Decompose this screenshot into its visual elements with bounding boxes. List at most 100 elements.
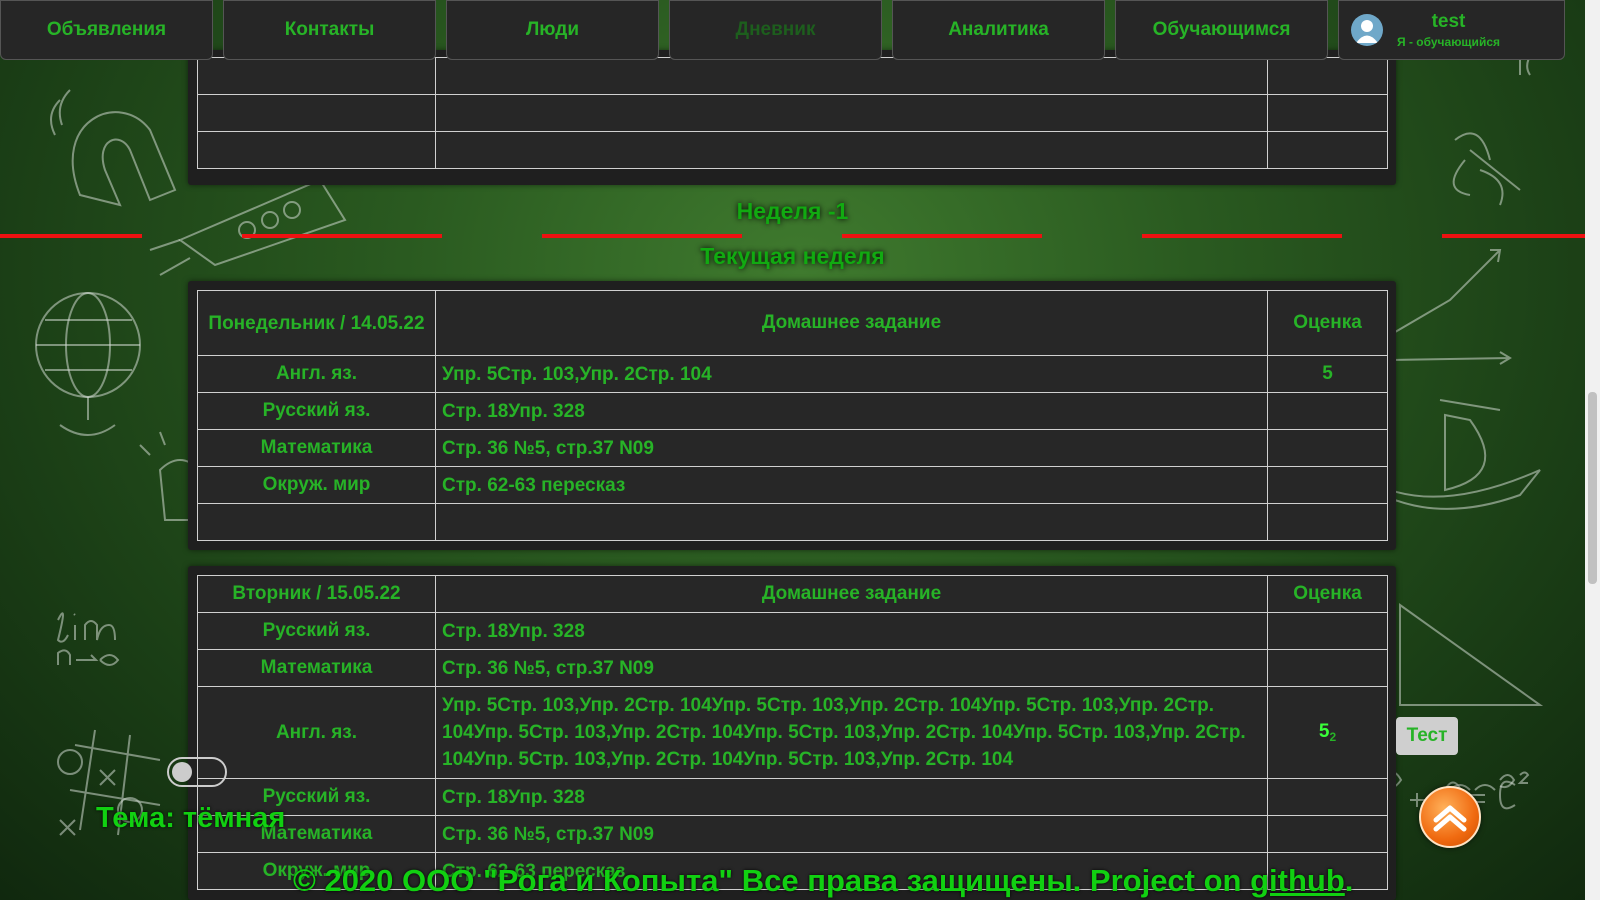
footer: © 2020 ООО "Рога и Копыта" Все права защ… xyxy=(293,863,1353,899)
divider xyxy=(1142,234,1342,238)
table-cell xyxy=(1267,94,1388,132)
nav-label: Люди xyxy=(525,19,580,40)
table-cell xyxy=(1267,131,1388,169)
grade-cell xyxy=(1267,649,1388,687)
grade-value: 5 xyxy=(1318,721,1330,742)
day-header: Понедельник / 14.05.22 xyxy=(197,290,436,356)
footer-end: . xyxy=(1344,863,1354,898)
nav-label: Объявления xyxy=(46,19,167,40)
footer-text: © 2020 ООО "Рога и Копыта" Все права защ… xyxy=(293,863,1251,898)
homework-header: Домашнее задание xyxy=(435,575,1268,613)
table-row xyxy=(197,131,1388,169)
homework-header: Домашнее задание xyxy=(435,290,1268,356)
table-row: Русский яз. Стр. 18Упр. 328 xyxy=(197,612,1388,650)
nav-label: Дневник xyxy=(735,19,816,40)
subject-cell: Русский яз. xyxy=(197,612,436,650)
prev-week-title: Неделя -1 xyxy=(736,198,849,224)
nav-people[interactable]: Люди xyxy=(446,0,659,60)
nav-label: Контакты xyxy=(284,19,375,40)
grade-cell xyxy=(1267,503,1388,541)
subject-cell: Англ. яз. xyxy=(197,355,436,393)
table-header-row: Вторник / 15.05.22 Домашнее задание Оцен… xyxy=(197,575,1388,613)
prev-week-panel xyxy=(188,50,1396,185)
subject-cell: Русский яз. xyxy=(197,392,436,430)
monday-panel: Понедельник / 14.05.22 Домашнее задание … xyxy=(188,281,1396,550)
table-row: Математика Стр. 36 №5, стр.37 N09 xyxy=(197,429,1388,467)
subject-cell xyxy=(197,503,436,541)
github-link[interactable]: github xyxy=(1250,863,1345,898)
grade-cell xyxy=(1267,778,1388,816)
grade-cell: 52 xyxy=(1267,686,1388,779)
current-week-title: Текущая неделя xyxy=(700,243,885,269)
user-role: Я - обучающийся xyxy=(1397,34,1500,49)
homework-cell: Стр. 36 №5, стр.37 N09 xyxy=(435,429,1268,467)
theme-toggle[interactable] xyxy=(167,757,227,787)
table-row: Окруж. мир Стр. 62-63 пересказ xyxy=(197,466,1388,504)
table-cell xyxy=(1267,57,1388,95)
homework-cell: Стр. 36 №5, стр.37 N09 xyxy=(435,649,1268,687)
subject-cell: Англ. яз. xyxy=(197,686,436,779)
nav-label: Аналитика xyxy=(948,19,1049,40)
test-button[interactable]: Тест xyxy=(1396,717,1458,755)
subject-cell: Математика xyxy=(197,649,436,687)
nav-label: Обучающимся xyxy=(1152,19,1291,40)
table-cell xyxy=(435,131,1268,169)
subject-cell: Математика xyxy=(197,429,436,467)
homework-cell: Стр. 62-63 пересказ xyxy=(435,466,1268,504)
nav-analytics[interactable]: Аналитика xyxy=(892,0,1105,60)
table-cell xyxy=(197,131,436,169)
tuesday-panel: Вторник / 15.05.22 Домашнее задание Оцен… xyxy=(188,566,1396,900)
table-row: Англ. яз. Упр. 5Стр. 103,Упр. 2Стр. 104 … xyxy=(197,355,1388,393)
grade-cell xyxy=(1267,815,1388,853)
table-cell xyxy=(435,94,1268,132)
table-row xyxy=(197,57,1388,95)
homework-cell: Стр. 18Упр. 328 xyxy=(435,612,1268,650)
theme-label: Тема: тёмная xyxy=(96,802,286,834)
homework-cell xyxy=(435,503,1268,541)
monday-table: Понедельник / 14.05.22 Домашнее задание … xyxy=(197,290,1388,541)
table-cell xyxy=(197,57,436,95)
user-avatar-icon xyxy=(1351,14,1383,46)
table-header-row: Понедельник / 14.05.22 Домашнее задание … xyxy=(197,290,1388,356)
divider xyxy=(0,234,142,238)
grade-cell xyxy=(1267,392,1388,430)
homework-cell: Стр. 18Упр. 328 xyxy=(435,778,1268,816)
table-cell xyxy=(435,57,1268,95)
grade-header: Оценка xyxy=(1267,575,1388,613)
grade-count: 2 xyxy=(1329,730,1337,744)
scroll-to-top-button[interactable] xyxy=(1419,786,1481,848)
grade-cell xyxy=(1267,429,1388,467)
table-row: Русский яз. Стр. 18Упр. 328 xyxy=(197,392,1388,430)
scrollbar-thumb[interactable] xyxy=(1588,392,1597,584)
homework-cell: Стр. 36 №5, стр.37 N09 xyxy=(435,815,1268,853)
table-cell xyxy=(197,94,436,132)
user-profile[interactable]: test Я - обучающийся xyxy=(1338,0,1565,60)
divider xyxy=(1442,234,1585,238)
toggle-knob xyxy=(172,762,192,782)
table-row: Англ. яз. Упр. 5Стр. 103,Упр. 2Стр. 104У… xyxy=(197,686,1388,779)
user-name: test xyxy=(1431,10,1466,32)
divider xyxy=(542,234,742,238)
prev-week-table xyxy=(197,57,1388,169)
tuesday-table: Вторник / 15.05.22 Домашнее задание Оцен… xyxy=(197,575,1388,890)
subject-cell: Окруж. мир xyxy=(197,466,436,504)
homework-cell: Стр. 18Упр. 328 xyxy=(435,392,1268,430)
divider xyxy=(242,234,442,238)
homework-cell: Упр. 5Стр. 103,Упр. 2Стр. 104 xyxy=(435,355,1268,393)
nav-diary[interactable]: Дневник xyxy=(669,0,882,60)
grade-header: Оценка xyxy=(1267,290,1388,356)
table-row: Математика Стр. 36 №5, стр.37 N09 xyxy=(197,815,1388,853)
table-row: Русский яз. Стр. 18Упр. 328 xyxy=(197,778,1388,816)
table-row: Математика Стр. 36 №5, стр.37 N09 xyxy=(197,649,1388,687)
top-navigation: Объявления Контакты Люди Дневник Аналити… xyxy=(0,0,1585,62)
nav-students[interactable]: Обучающимся xyxy=(1115,0,1328,60)
nav-contacts[interactable]: Контакты xyxy=(223,0,436,60)
chevron-up-icon xyxy=(1433,805,1467,832)
grade-cell: 5 xyxy=(1267,355,1388,393)
grade-cell xyxy=(1267,612,1388,650)
nav-announcements[interactable]: Объявления xyxy=(0,0,213,60)
homework-cell: Упр. 5Стр. 103,Упр. 2Стр. 104Упр. 5Стр. … xyxy=(435,686,1268,779)
divider xyxy=(842,234,1042,238)
table-row xyxy=(197,94,1388,132)
table-row xyxy=(197,503,1388,541)
